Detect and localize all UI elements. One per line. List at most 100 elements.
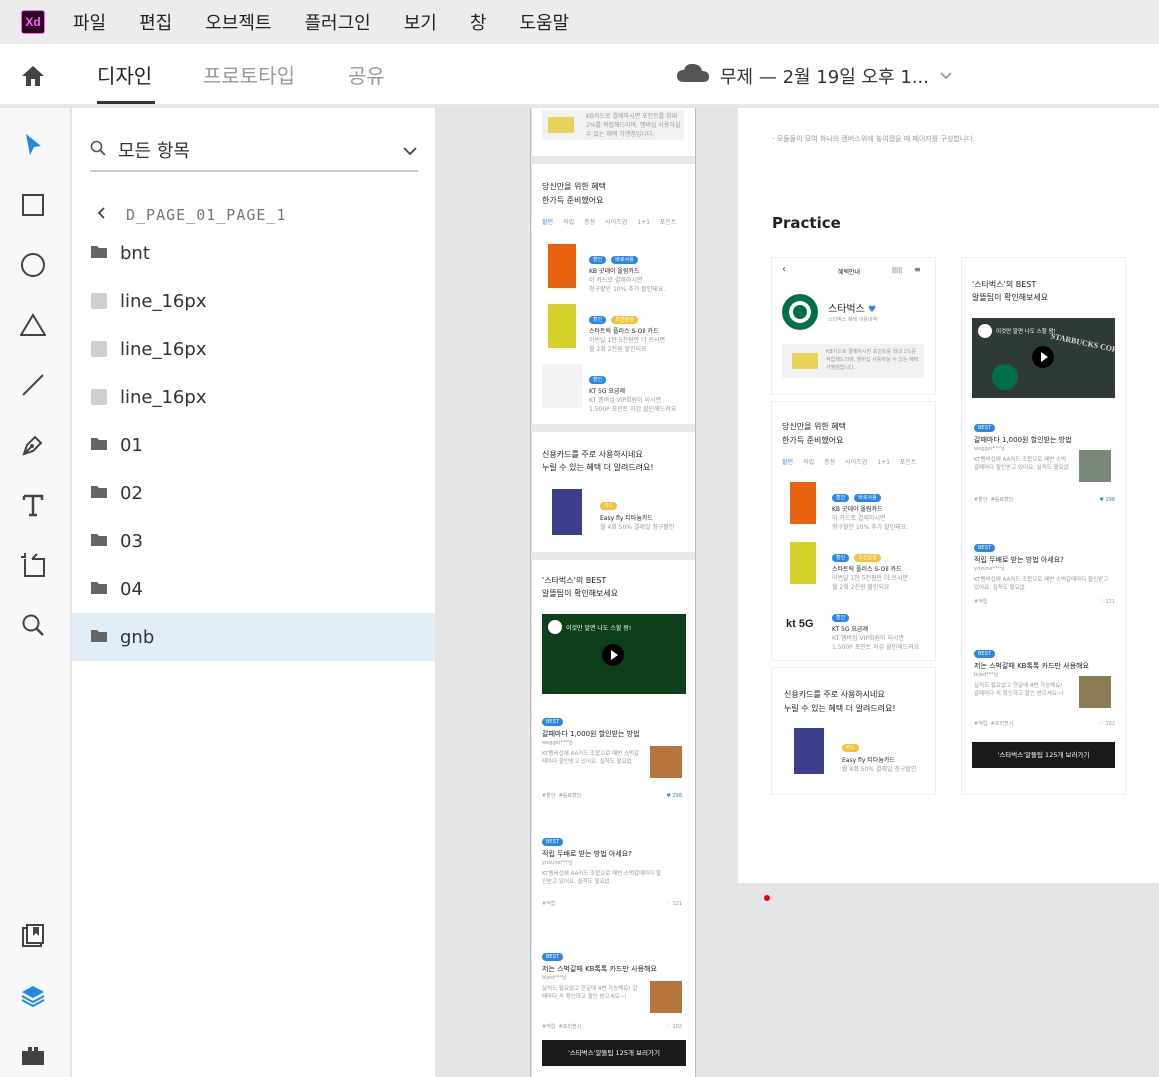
tip-item[interactable]: BEST 저는 스벅갈때 KB톡톡 카드만 사용해요 bijed***님 실적도… bbox=[542, 943, 686, 1032]
brand-sub[interactable]: 스타벅스 혜택 이용내역 bbox=[828, 316, 877, 325]
breadcrumb[interactable]: D_PAGE_01_PAGE_1 bbox=[96, 206, 287, 224]
hashtag[interactable]: #적립 bbox=[974, 721, 987, 727]
video-thumbnail[interactable]: 이것만 알면 나도 스할 왕! STARBUCKS COFFEE bbox=[972, 318, 1115, 398]
benefit-tab[interactable]: 1+1 bbox=[877, 458, 890, 467]
benefit-tab[interactable]: 포인트 bbox=[660, 218, 677, 227]
artboard-icon[interactable] bbox=[20, 552, 46, 578]
layer-item-selected[interactable]: gnb bbox=[72, 613, 435, 661]
chevron-down-icon[interactable] bbox=[402, 141, 418, 160]
hashtag[interactable]: #적립 bbox=[974, 599, 987, 605]
credit-card-section[interactable]: 신용카드를 주로 사용하시네요 누릴 수 있는 혜택 더 알려드려요! 카드 E… bbox=[772, 668, 935, 794]
menu-file[interactable]: 파일 bbox=[73, 9, 106, 35]
layer-item[interactable]: line_16px bbox=[72, 325, 435, 373]
menu-object[interactable]: 오브젝트 bbox=[205, 9, 271, 35]
layer-search[interactable]: 모든 항목 bbox=[90, 130, 418, 172]
offer-item[interactable]: 할인 바로사용 KB 굿데이 올림카드 이 카드로 결제하시면 청구할인 10%… bbox=[589, 246, 665, 294]
credit-offer[interactable]: 카드 Easy fly 티타늄카드 월 4회 50% 결제일 청구할인 bbox=[600, 492, 674, 532]
practice-board[interactable]: - 모듈들이 모여 하나의 캔버스위에 놓여졌을 때 페이지를 구성합니다. P… bbox=[738, 108, 1159, 883]
design-canvas[interactable]: KB카드로 결제하시면 포인트를 최대 2%를 적립해드리며, 멤버십 사용하실… bbox=[435, 108, 1159, 1077]
benefit-tab[interactable]: 포인트 bbox=[900, 458, 917, 467]
offer-item[interactable]: 할인 KT 5G 요금제 KT 멤버십 VIP회원이 되시면 1,500P 포인… bbox=[832, 604, 919, 652]
layer-item[interactable]: 03 bbox=[72, 517, 435, 565]
rectangle-icon[interactable] bbox=[20, 192, 46, 218]
video-thumbnail[interactable]: 이것만 알면 나도 스할 왕! bbox=[542, 614, 686, 694]
menu-view[interactable]: 보기 bbox=[404, 9, 437, 35]
barcode-icon[interactable]: ||||| bbox=[892, 267, 902, 274]
benefit-card[interactable]: 당신만을 위한 혜택 한가득 준비했어요 할인 적립 증정 사이즈업 1+1 포… bbox=[532, 164, 695, 424]
hashtag[interactable]: #할인 bbox=[974, 497, 987, 503]
like-count[interactable]: ♥ 298 bbox=[666, 792, 682, 801]
zoom-icon[interactable] bbox=[20, 612, 46, 638]
benefit-tab[interactable]: 적립 bbox=[563, 218, 574, 227]
card-top[interactable]: KB카드로 결제하시면 포인트를 최대 2%를 적립해드리며, 멤버십 사용하실… bbox=[532, 108, 695, 156]
like-count[interactable]: ♡ 102 bbox=[666, 1023, 682, 1032]
menu-plugins[interactable]: 플러그인 bbox=[305, 9, 371, 35]
tip-item[interactable]: BEST 갈때마다 1,000원 할인받는 방법 wegger***님 KT멤버… bbox=[974, 414, 1115, 505]
tips-section[interactable]: '스타벅스'의 BEST 알뜰팁이 확인해보세요 이것만 알면 나도 스할 왕!… bbox=[532, 560, 695, 1077]
hashtag[interactable]: #음료할인 bbox=[559, 793, 582, 799]
assets-icon[interactable] bbox=[20, 923, 46, 949]
menu-icon[interactable]: ≡ bbox=[914, 265, 921, 274]
layer-item[interactable]: bnt bbox=[72, 229, 435, 277]
hashtag[interactable]: #프리퀀시 bbox=[559, 1024, 582, 1030]
layers-icon[interactable] bbox=[20, 983, 46, 1009]
layer-item[interactable]: line_16px bbox=[72, 373, 435, 421]
offer-item[interactable]: 할인 조건달성 스타트릭 플러스 S-Oil 카드 이번달 1만 5천원만 더 … bbox=[832, 544, 908, 592]
offer-item[interactable]: 할인 조건달성 스타트릭 플러스 S-Oil 카드 이번달 1만 5천원만 더 … bbox=[589, 306, 665, 354]
mobile-artboard[interactable]: KB카드로 결제하시면 포인트를 최대 2%를 적립해드리며, 멤버십 사용하실… bbox=[530, 108, 696, 1077]
hashtag[interactable]: #프리퀀시 bbox=[991, 721, 1014, 727]
offer-item[interactable]: 할인 KT 5G 요금제 KT 멤버십 VIP회원이 되시면 1,500P 포인… bbox=[589, 366, 676, 414]
tab-prototype[interactable]: 프로토타입 bbox=[203, 60, 295, 89]
menu-window[interactable]: 창 bbox=[470, 9, 487, 35]
chevron-left-icon[interactable] bbox=[96, 206, 106, 224]
benefit-tab[interactable]: 할인 bbox=[782, 458, 793, 467]
like-count[interactable]: ♡ 121 bbox=[1099, 598, 1115, 607]
layer-item[interactable]: 04 bbox=[72, 565, 435, 613]
hashtag[interactable]: #적립 bbox=[542, 1024, 555, 1030]
layer-item[interactable]: 02 bbox=[72, 469, 435, 517]
credit-offer[interactable]: 카드 Easy fly 티타늄카드 월 4회 50% 결제일 청구할인 bbox=[842, 734, 916, 774]
benefit-tab[interactable]: 적립 bbox=[803, 458, 814, 467]
heart-icon[interactable]: ♥ bbox=[868, 305, 876, 315]
plugins-icon[interactable] bbox=[20, 1043, 46, 1069]
menu-edit[interactable]: 편집 bbox=[139, 9, 172, 35]
menu-help[interactable]: 도움말 bbox=[519, 9, 569, 35]
tip-item[interactable]: BEST 저는 스벅갈때 KB톡톡 카드만 사용해요 bijed***님 실적도… bbox=[974, 640, 1115, 729]
tab-design[interactable]: 디자인 bbox=[97, 60, 152, 89]
polygon-icon[interactable] bbox=[20, 312, 46, 338]
pen-icon[interactable] bbox=[20, 432, 46, 458]
benefit-tab[interactable]: 사이즈업 bbox=[845, 458, 867, 467]
document-title[interactable]: 무제 — 2월 19일 오후 1... bbox=[676, 62, 953, 89]
text-icon[interactable] bbox=[20, 492, 46, 518]
play-icon[interactable] bbox=[602, 644, 624, 666]
tip-item[interactable]: BEST 적립 두배로 받는 방법 아세요? yrikune***님 KT멤버십… bbox=[542, 828, 686, 909]
benefit-tab[interactable]: 할인 bbox=[542, 218, 553, 227]
hashtag[interactable]: #할인 bbox=[542, 793, 555, 799]
play-icon[interactable] bbox=[1032, 346, 1054, 368]
chevron-down-icon[interactable] bbox=[939, 65, 953, 86]
tab-share[interactable]: 공유 bbox=[348, 60, 385, 89]
benefit-tab[interactable]: 1+1 bbox=[637, 218, 650, 227]
benefit-tab[interactable]: 사이즈업 bbox=[605, 218, 627, 227]
like-count[interactable]: ♡ 121 bbox=[666, 900, 682, 909]
layer-item[interactable]: line_16px bbox=[72, 277, 435, 325]
offer-item[interactable]: 할인 바로사용 KB 굿데이 올림카드 이 카드로 결제하시면 청구할인 10%… bbox=[832, 484, 908, 532]
tips-section[interactable]: '스타벅스'의 BEST 알뜰팁이 확인해보세요 이것만 알면 나도 스할 왕!… bbox=[962, 258, 1125, 794]
tip-item[interactable]: BEST 적립 두배로 받는 방법 아세요? yrikune***님 KT멤버십… bbox=[974, 534, 1115, 607]
chevron-left-icon[interactable]: ‹ bbox=[782, 264, 786, 275]
more-tips-button[interactable]: '스타벅스'알뜰팁 125개 보러가기 bbox=[542, 1040, 686, 1066]
like-count[interactable]: ♡ 102 bbox=[1099, 720, 1115, 729]
brand-card[interactable]: ‹ 혜택안내 ||||| ≡ 스타벅스 ♥ 스타벅스 혜택 이용내역 KB카드로… bbox=[772, 258, 935, 394]
select-icon[interactable] bbox=[20, 132, 46, 158]
line-icon[interactable] bbox=[20, 372, 46, 398]
more-tips-button[interactable]: '스타벅스'알뜰팁 125개 보러가기 bbox=[972, 742, 1115, 768]
benefit-card[interactable]: 당신만을 위한 혜택 한가득 준비했어요 할인 적립 증정 사이즈업 1+1 포… bbox=[772, 402, 935, 660]
benefit-tab[interactable]: 증정 bbox=[584, 218, 595, 227]
tip-item[interactable]: BEST 갈때마다 1,000원 할인받는 방법 wegger***님 KT멤버… bbox=[542, 708, 686, 801]
benefit-tab[interactable]: 증정 bbox=[824, 458, 835, 467]
credit-card-section[interactable]: 신용카드를 주로 사용하시네요 누릴 수 있는 혜택 더 알려드려요! 카드 E… bbox=[532, 432, 695, 552]
home-icon[interactable] bbox=[20, 64, 46, 92]
hashtag[interactable]: #적립 bbox=[542, 901, 555, 907]
hashtag[interactable]: #음료할인 bbox=[991, 497, 1014, 503]
ellipse-icon[interactable] bbox=[20, 252, 46, 278]
